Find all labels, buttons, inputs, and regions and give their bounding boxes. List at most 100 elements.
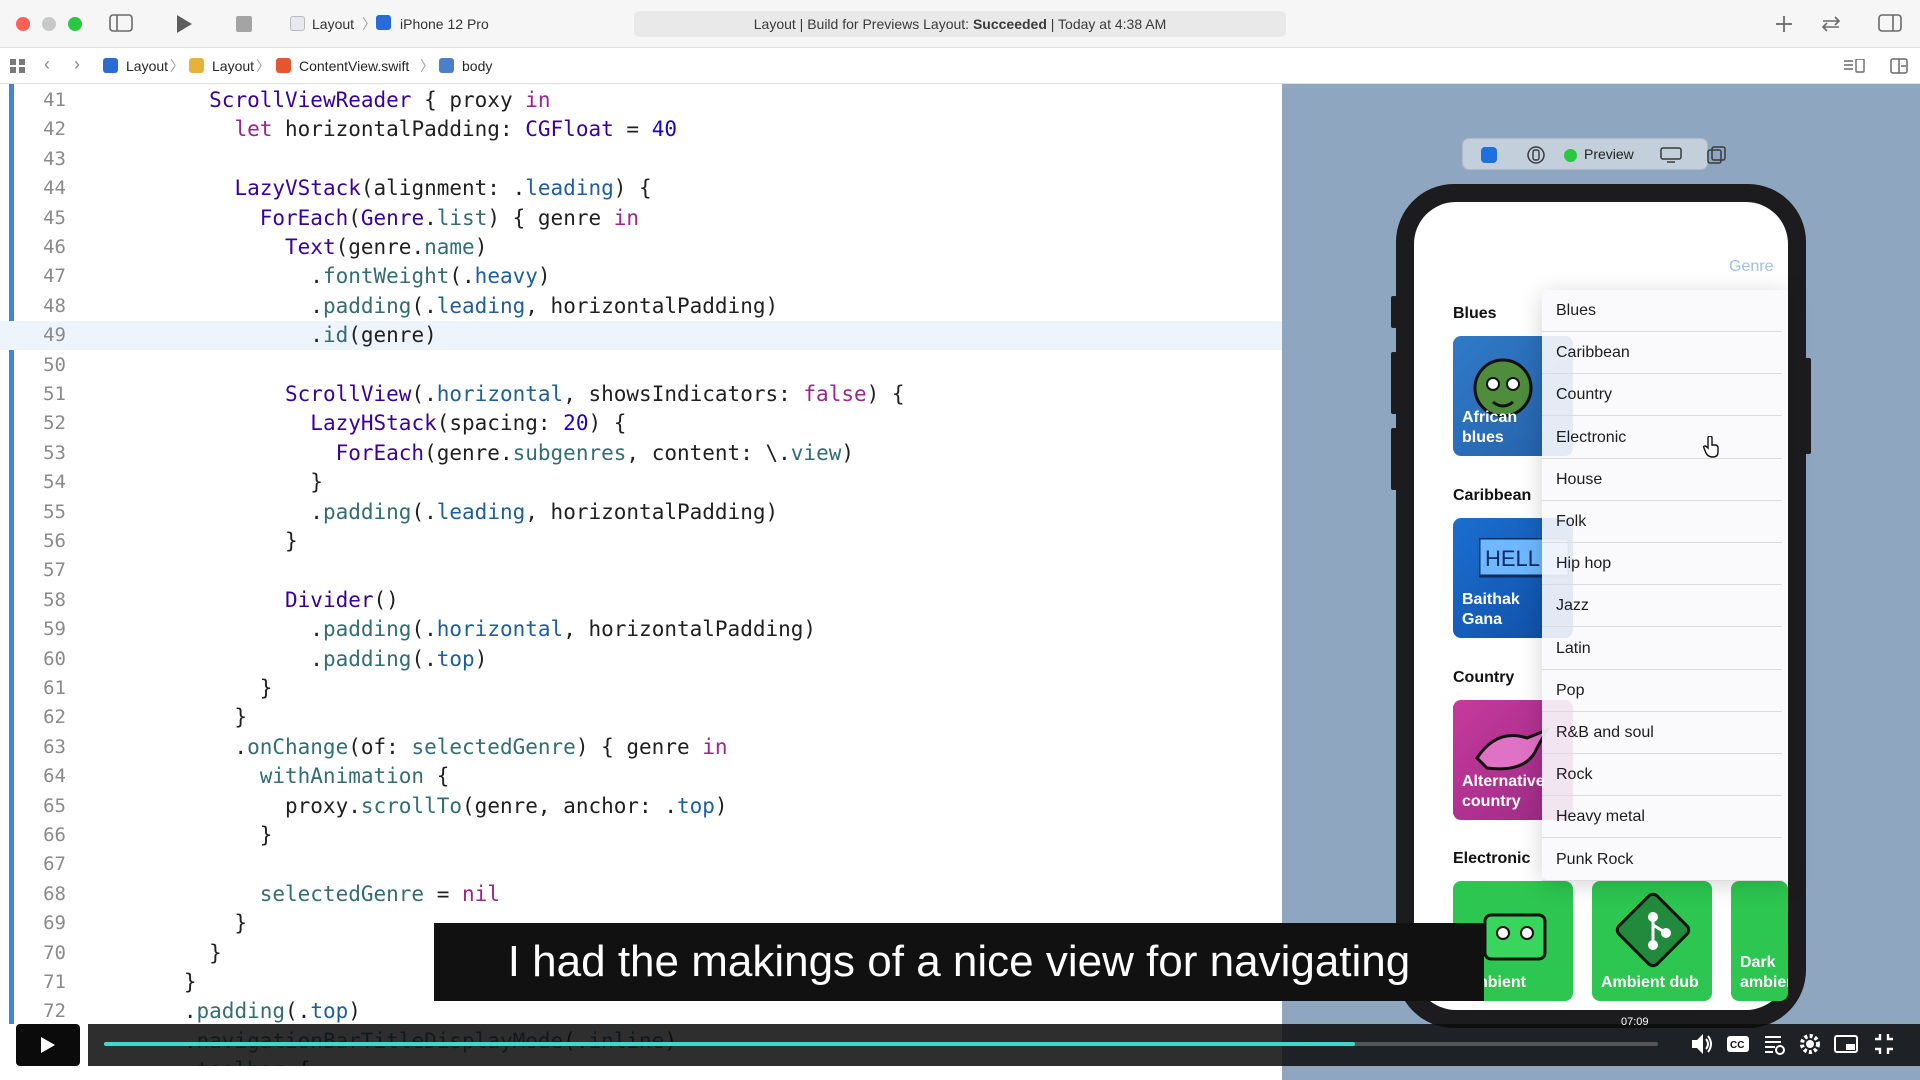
genre-menu-item[interactable]: House — [1542, 459, 1782, 501]
code-line[interactable]: 41 ScrollViewReader { proxy in — [0, 86, 1282, 115]
code-line[interactable]: 54 } — [0, 468, 1282, 497]
genre-nav-button[interactable]: Genre — [1729, 258, 1773, 276]
scheme-selector[interactable]: Layout — [312, 15, 354, 33]
close-window-button[interactable] — [16, 17, 30, 31]
stop-icon[interactable] — [236, 16, 252, 32]
breadcrumb-symbol[interactable]: body — [462, 57, 492, 75]
back-icon[interactable]: ‹ — [44, 54, 50, 75]
code-line[interactable]: 68 selectedGenre = nil — [0, 880, 1282, 909]
line-number[interactable]: 62 — [18, 703, 66, 732]
line-number[interactable]: 71 — [18, 968, 66, 997]
code-line[interactable]: 64 withAnimation { — [0, 762, 1282, 791]
inspector-toggle-icon[interactable] — [1878, 14, 1902, 32]
line-number[interactable]: 61 — [18, 674, 66, 703]
line-number[interactable]: 51 — [18, 380, 66, 409]
line-number[interactable]: 57 — [18, 556, 66, 585]
code-line[interactable]: 48 .padding(.leading, horizontalPadding) — [0, 292, 1282, 321]
preview-mode-label[interactable]: Preview — [1584, 146, 1634, 162]
code-line[interactable]: 65 proxy.scrollTo(genre, anchor: .top) — [0, 792, 1282, 821]
line-number[interactable]: 69 — [18, 909, 66, 938]
code-line[interactable]: 62 } — [0, 703, 1282, 732]
line-number[interactable]: 65 — [18, 792, 66, 821]
genre-menu-item[interactable]: Jazz — [1542, 585, 1782, 628]
volume-icon[interactable] — [1690, 1031, 1714, 1057]
minimize-window-button[interactable] — [42, 17, 56, 31]
genre-menu-item[interactable]: Punk Rock — [1542, 839, 1782, 881]
genre-menu-item[interactable]: Folk — [1542, 501, 1782, 543]
genre-menu-item[interactable]: Caribbean — [1542, 332, 1782, 375]
code-line[interactable]: 46 Text(genre.name) — [0, 233, 1282, 262]
line-number[interactable]: 49 — [18, 321, 66, 350]
line-number[interactable]: 41 — [18, 86, 66, 115]
line-number[interactable]: 60 — [18, 645, 66, 674]
live-preview-icon[interactable] — [1481, 147, 1497, 163]
navigator-toggle-icon[interactable] — [109, 14, 133, 32]
genre-menu-item[interactable]: Electronic — [1542, 417, 1782, 459]
line-number[interactable]: 42 — [18, 115, 66, 144]
split-editor-icon[interactable] — [1890, 58, 1908, 74]
code-line[interactable]: 44 LazyVStack(alignment: .leading) { — [0, 174, 1282, 203]
code-line[interactable]: 53 ForEach(genre.subgenres, content: \.v… — [0, 439, 1282, 468]
code-line[interactable]: 55 .padding(.leading, horizontalPadding) — [0, 498, 1282, 527]
code-line[interactable]: 52 LazyHStack(spacing: 20) { — [0, 409, 1282, 438]
code-line[interactable]: 49 .id(genre) — [0, 321, 1282, 351]
code-line[interactable]: 60 .padding(.top) — [0, 645, 1282, 674]
genre-menu-item[interactable]: Latin — [1542, 628, 1782, 670]
line-number[interactable]: 45 — [18, 204, 66, 233]
line-number[interactable]: 54 — [18, 468, 66, 497]
genre-menu-item[interactable]: Hip hop — [1542, 543, 1782, 586]
breadcrumb-file[interactable]: ContentView.swift — [299, 57, 409, 75]
line-number[interactable]: 56 — [18, 527, 66, 556]
inspect-preview-icon[interactable] — [1527, 146, 1545, 164]
code-line[interactable]: 57 — [0, 556, 1282, 585]
genre-menu-item[interactable]: Rock — [1542, 754, 1782, 797]
device-selector[interactable]: iPhone 12 Pro — [400, 15, 489, 33]
exit-fullscreen-icon[interactable] — [1872, 1031, 1896, 1057]
subgenre-tile-dark-ambient[interactable]: Dark ambient — [1731, 881, 1788, 1001]
line-number[interactable]: 59 — [18, 615, 66, 644]
genre-menu-item[interactable]: Pop — [1542, 670, 1782, 712]
code-line[interactable]: 67 — [0, 850, 1282, 879]
line-number[interactable]: 68 — [18, 880, 66, 909]
line-number[interactable]: 67 — [18, 850, 66, 879]
line-number[interactable]: 44 — [18, 174, 66, 203]
code-line[interactable]: 43 — [0, 145, 1282, 174]
code-line[interactable]: 45 ForEach(Genre.list) { genre in — [0, 204, 1282, 233]
line-number[interactable]: 53 — [18, 439, 66, 468]
line-number[interactable]: 70 — [18, 939, 66, 968]
code-review-icon[interactable] — [1819, 15, 1843, 33]
progress-track[interactable] — [104, 1042, 1658, 1046]
closed-captions-icon[interactable]: CC — [1726, 1031, 1750, 1057]
line-number[interactable]: 72 — [18, 997, 66, 1026]
play-button[interactable] — [16, 1024, 80, 1066]
transcript-icon[interactable] — [1762, 1031, 1786, 1057]
editor-options-icon[interactable] — [1843, 59, 1865, 73]
forward-icon[interactable]: › — [74, 54, 80, 75]
code-line[interactable]: 51 ScrollView(.horizontal, showsIndicato… — [0, 380, 1282, 409]
line-number[interactable]: 43 — [18, 145, 66, 174]
code-line[interactable]: 42 let horizontalPadding: CGFloat = 40 — [0, 115, 1282, 144]
line-number[interactable]: 64 — [18, 762, 66, 791]
genre-menu-item[interactable]: Heavy metal — [1542, 796, 1782, 839]
picture-in-picture-icon[interactable] — [1834, 1031, 1858, 1057]
breadcrumb-group[interactable]: Layout — [212, 57, 254, 75]
line-number[interactable]: 48 — [18, 292, 66, 321]
line-number[interactable]: 63 — [18, 733, 66, 762]
code-line[interactable]: 63 .onChange(of: selectedGenre) { genre … — [0, 733, 1282, 762]
code-line[interactable]: 72 .padding(.top) — [0, 997, 1282, 1026]
code-line[interactable]: 59 .padding(.horizontal, horizontalPaddi… — [0, 615, 1282, 644]
genre-menu-item[interactable]: Country — [1542, 374, 1782, 417]
line-number[interactable]: 58 — [18, 586, 66, 615]
code-line[interactable]: 66 } — [0, 821, 1282, 850]
zoom-window-button[interactable] — [68, 17, 82, 31]
line-number[interactable]: 47 — [18, 262, 66, 291]
code-line[interactable]: 61 } — [0, 674, 1282, 703]
genre-menu-item[interactable]: R&B and soul — [1542, 712, 1782, 754]
genre-menu-item[interactable]: Blues — [1542, 290, 1782, 332]
run-icon[interactable] — [175, 14, 193, 34]
settings-gear-icon[interactable] — [1798, 1031, 1822, 1057]
line-number[interactable]: 66 — [18, 821, 66, 850]
subgenre-tile-ambient-dub[interactable]: Ambient dub — [1592, 881, 1712, 1001]
breadcrumb-project[interactable]: Layout — [126, 57, 168, 75]
code-line[interactable]: 56 } — [0, 527, 1282, 556]
